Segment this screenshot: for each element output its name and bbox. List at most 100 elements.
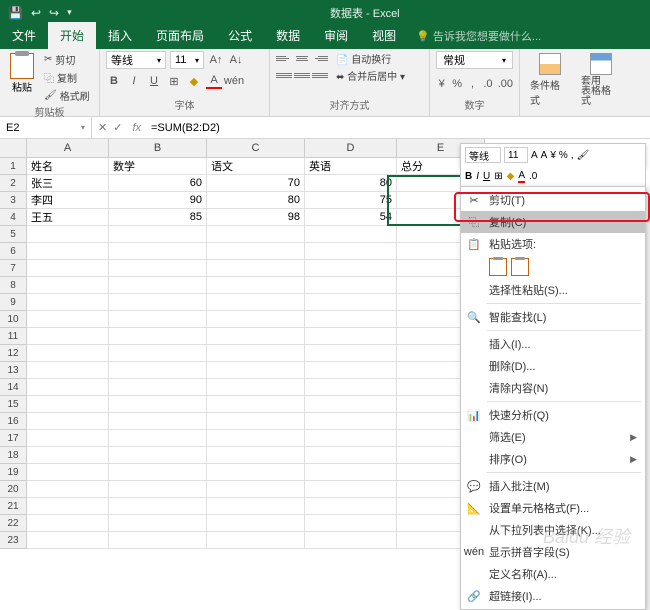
cell[interactable]: [109, 311, 207, 328]
copy-button[interactable]: ⿻复制: [42, 69, 92, 86]
cell[interactable]: [109, 498, 207, 515]
cell[interactable]: [109, 464, 207, 481]
row-header[interactable]: 23: [0, 532, 27, 549]
row-header[interactable]: 18: [0, 447, 27, 464]
font-name-select[interactable]: 等线 ▾: [106, 51, 166, 69]
select-all-corner[interactable]: [0, 139, 27, 158]
increase-font-icon[interactable]: A↑: [208, 52, 224, 68]
paste-option-values[interactable]: [511, 258, 529, 276]
pinyin-button[interactable]: wén: [226, 73, 242, 89]
row-header[interactable]: 9: [0, 294, 27, 311]
bold-button[interactable]: B: [106, 73, 122, 89]
ctx-define-name[interactable]: 定义名称(A)...: [461, 563, 645, 585]
ctx-sort[interactable]: 排序(O)▶: [461, 448, 645, 470]
ctx-copy[interactable]: ⿻复制(C): [461, 211, 645, 233]
font-color-button[interactable]: A: [206, 73, 222, 89]
cell[interactable]: [207, 396, 305, 413]
cell[interactable]: [27, 345, 109, 362]
cell[interactable]: 李四: [27, 192, 109, 209]
cell[interactable]: [27, 294, 109, 311]
mini-underline-button[interactable]: U: [483, 171, 490, 182]
tab-view[interactable]: 视图: [360, 22, 408, 49]
mini-increase-font-icon[interactable]: A: [531, 150, 538, 161]
cell[interactable]: [305, 481, 397, 498]
formula-bar[interactable]: =SUM(B2:D2): [145, 117, 650, 138]
cell[interactable]: [207, 430, 305, 447]
row-header[interactable]: 7: [0, 260, 27, 277]
percent-button[interactable]: %: [451, 76, 462, 92]
cell[interactable]: [207, 413, 305, 430]
cell[interactable]: [305, 294, 397, 311]
row-header[interactable]: 11: [0, 328, 27, 345]
cell[interactable]: [305, 498, 397, 515]
cell[interactable]: [109, 243, 207, 260]
cell[interactable]: [109, 362, 207, 379]
cell[interactable]: [109, 396, 207, 413]
alignment-grid[interactable]: [276, 51, 328, 83]
number-format-select[interactable]: 常规▾: [436, 51, 513, 69]
cell[interactable]: [207, 498, 305, 515]
ctx-cut[interactable]: ✂剪切(T): [461, 189, 645, 211]
row-header[interactable]: 4: [0, 209, 27, 226]
qat-dropdown-icon[interactable]: ▾: [67, 7, 72, 18]
cell[interactable]: [27, 464, 109, 481]
cell[interactable]: [305, 379, 397, 396]
conditional-format-button[interactable]: 条件格式: [526, 51, 573, 109]
cut-button[interactable]: ✂剪切: [42, 51, 92, 68]
tab-layout[interactable]: 页面布局: [144, 22, 216, 49]
cell[interactable]: [27, 243, 109, 260]
tab-data[interactable]: 数据: [264, 22, 312, 49]
cell[interactable]: [27, 311, 109, 328]
name-box[interactable]: E2▾: [0, 117, 92, 138]
tab-formula[interactable]: 公式: [216, 22, 264, 49]
ctx-format-cells[interactable]: 📐设置单元格格式(F)...: [461, 497, 645, 519]
column-header[interactable]: D: [305, 139, 397, 158]
cell[interactable]: [109, 226, 207, 243]
cell[interactable]: [27, 379, 109, 396]
cell[interactable]: 语文: [207, 158, 305, 175]
cell[interactable]: 80: [305, 175, 397, 192]
cell[interactable]: [305, 532, 397, 549]
undo-icon[interactable]: ↩: [31, 6, 41, 20]
wrap-text-button[interactable]: 📄 自动换行: [336, 51, 405, 66]
border-button[interactable]: ⊞: [166, 73, 182, 89]
cell[interactable]: [109, 481, 207, 498]
cell[interactable]: [305, 345, 397, 362]
row-header[interactable]: 22: [0, 515, 27, 532]
tab-file[interactable]: 文件: [0, 22, 48, 49]
column-header[interactable]: B: [109, 139, 207, 158]
mini-decimal-button[interactable]: .0: [529, 171, 537, 182]
mini-decrease-font-icon[interactable]: A: [541, 150, 548, 161]
ctx-smart-lookup[interactable]: 🔍智能查找(L): [461, 306, 645, 328]
cell[interactable]: [305, 226, 397, 243]
row-header[interactable]: 20: [0, 481, 27, 498]
cell[interactable]: [27, 515, 109, 532]
row-header[interactable]: 15: [0, 396, 27, 413]
row-header[interactable]: 12: [0, 345, 27, 362]
mini-brush-icon[interactable]: 🖌: [577, 150, 590, 161]
format-painter-button[interactable]: 🖌格式刷: [42, 87, 92, 104]
cell[interactable]: [109, 447, 207, 464]
italic-button[interactable]: I: [126, 73, 142, 89]
fx-icon[interactable]: fx: [128, 122, 145, 134]
decrease-decimal-button[interactable]: .00: [498, 76, 513, 92]
cell[interactable]: [305, 362, 397, 379]
cell[interactable]: [27, 226, 109, 243]
cell[interactable]: [27, 430, 109, 447]
cell[interactable]: [109, 294, 207, 311]
ctx-quick-analysis[interactable]: 📊快速分析(Q): [461, 404, 645, 426]
cell[interactable]: [207, 311, 305, 328]
cell[interactable]: [27, 362, 109, 379]
cell[interactable]: [109, 277, 207, 294]
ctx-insert[interactable]: 插入(I)...: [461, 333, 645, 355]
cell[interactable]: [109, 260, 207, 277]
cell[interactable]: [27, 481, 109, 498]
cell[interactable]: [27, 328, 109, 345]
row-header[interactable]: 17: [0, 430, 27, 447]
cell[interactable]: [27, 396, 109, 413]
row-header[interactable]: 21: [0, 498, 27, 515]
row-header[interactable]: 8: [0, 277, 27, 294]
cell[interactable]: [27, 532, 109, 549]
ctx-paste-special[interactable]: 选择性粘贴(S)...: [461, 279, 645, 301]
cell[interactable]: 90: [109, 192, 207, 209]
